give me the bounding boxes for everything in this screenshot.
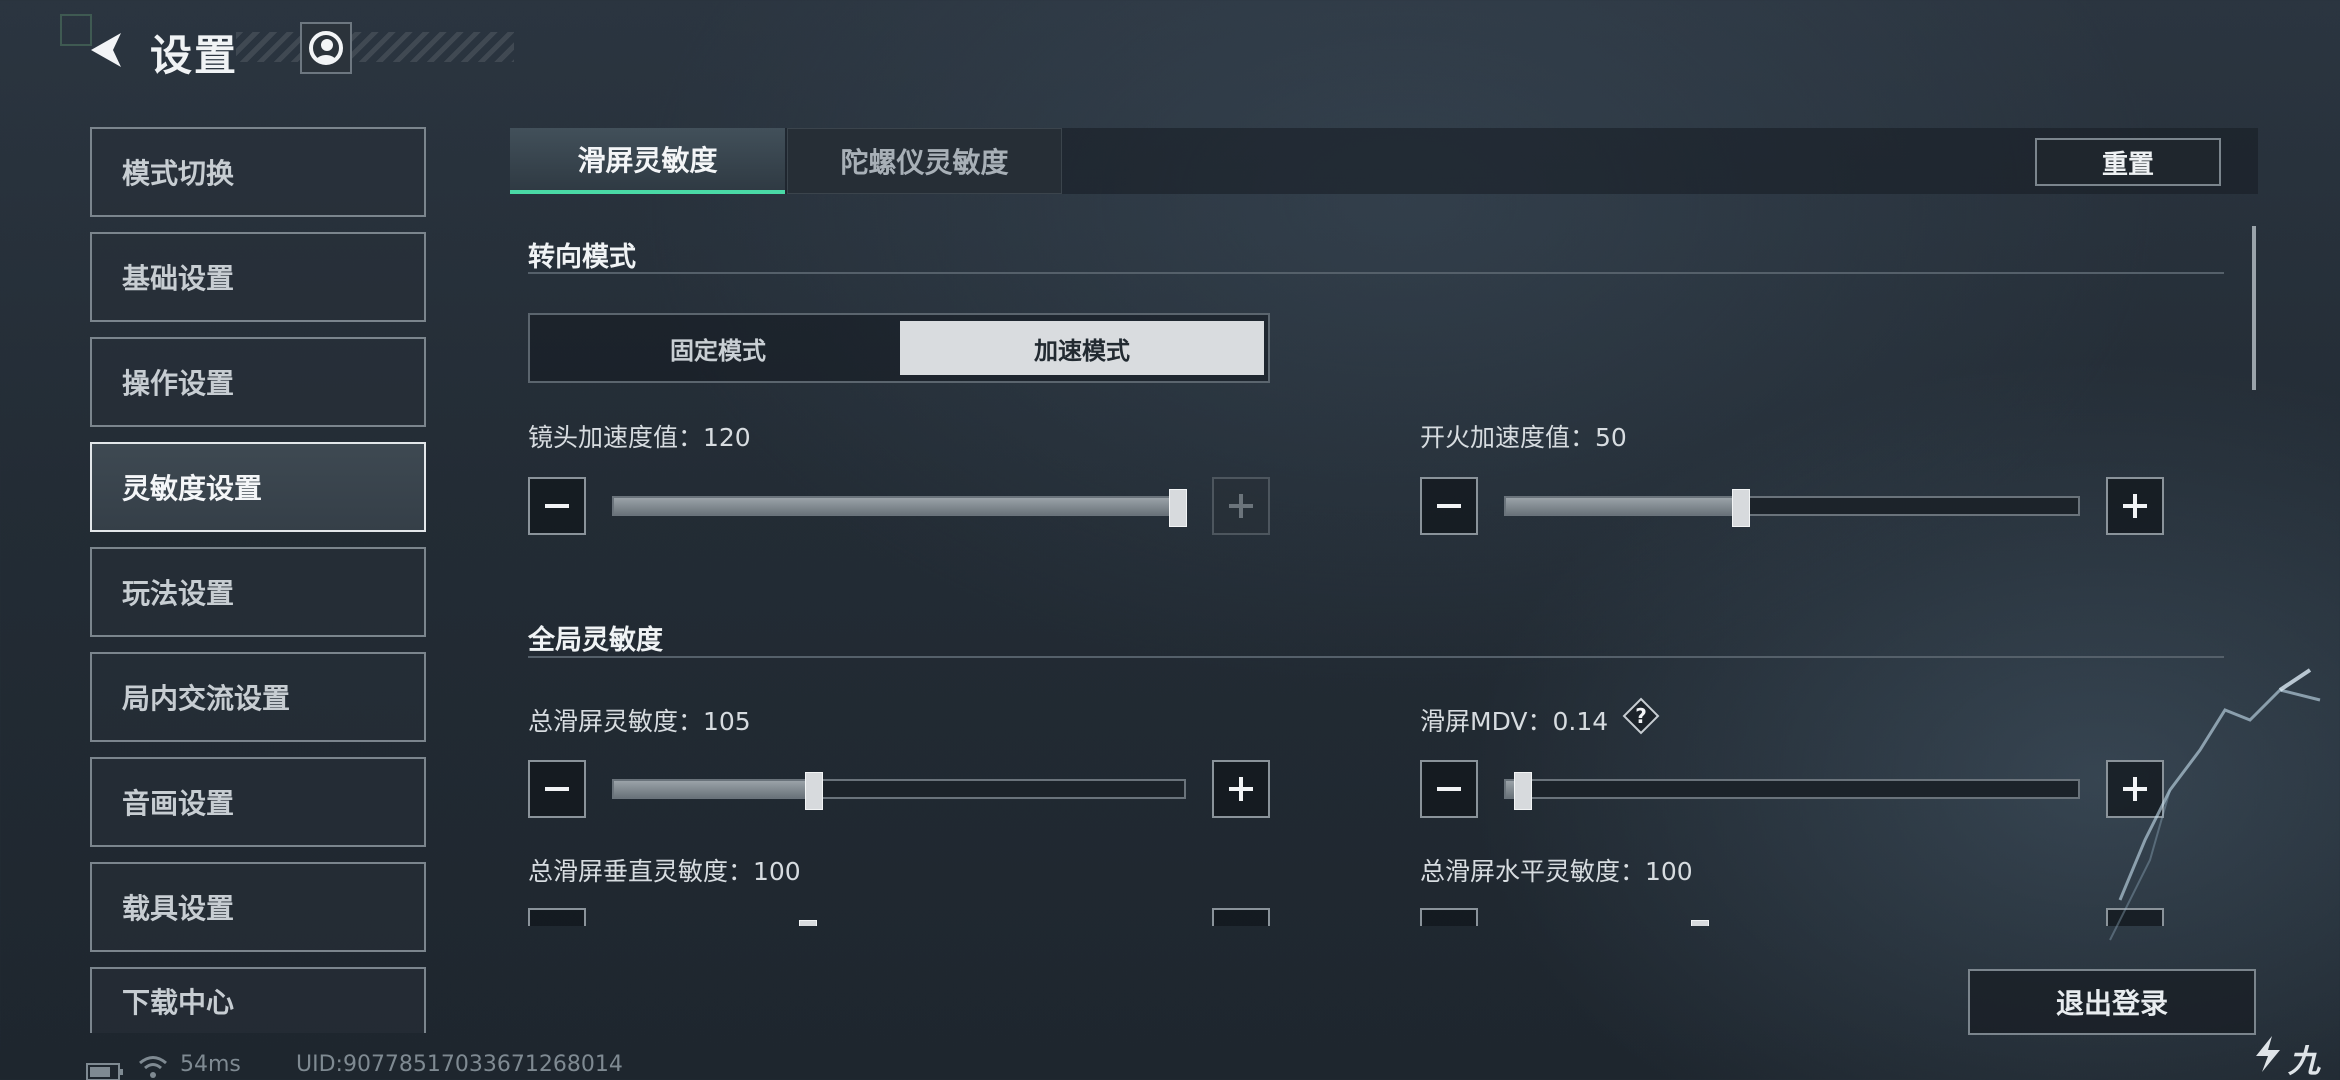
camera-accel-label: 镜头加速度值：120 xyxy=(528,423,751,452)
reset-button[interactable]: 重置 xyxy=(2035,138,2221,186)
section-divider xyxy=(528,656,2224,658)
slider-fill xyxy=(1506,498,1741,514)
sidebar-item-label: 玩法设置 xyxy=(122,577,235,610)
logout-button[interactable]: 退出登录 xyxy=(1968,969,2256,1035)
total-horizontal-label: 总滑屏水平灵敏度：100 xyxy=(1420,857,1693,886)
title-decoration-stripes xyxy=(236,32,514,62)
sidebar-item-label: 载具设置 xyxy=(122,892,235,925)
page-title: 设置 xyxy=(150,31,239,80)
slider-thumb[interactable] xyxy=(1731,489,1750,527)
profile-icon xyxy=(309,31,343,65)
camera-accel-plus-button[interactable] xyxy=(1212,477,1270,535)
total-swipe-plus-button[interactable] xyxy=(1212,760,1270,818)
slider-thumb[interactable] xyxy=(798,920,817,926)
sidebar-item-label: 操作设置 xyxy=(122,367,235,400)
slider-fill xyxy=(614,781,814,797)
sidebar-item-label: 音画设置 xyxy=(122,787,235,820)
profile-button[interactable] xyxy=(300,22,352,74)
sidebar-item-basic-settings[interactable]: 基础设置 xyxy=(90,232,426,322)
sidebar-item-sensitivity-settings[interactable]: 灵敏度设置 xyxy=(90,442,426,532)
sidebar-item-control-settings[interactable]: 操作设置 xyxy=(90,337,426,427)
swipe-mdv-minus-button[interactable] xyxy=(1420,760,1478,818)
sidebar-item-label: 下载中心 xyxy=(122,986,235,1019)
section-divider xyxy=(528,272,2224,274)
section-title-steer-mode: 转向模式 xyxy=(528,242,636,273)
camera-accel-minus-button[interactable] xyxy=(528,477,586,535)
wifi-icon xyxy=(138,1054,168,1080)
mode-option-accelerate[interactable]: 加速模式 xyxy=(900,321,1264,375)
section-title-global-sensitivity: 全局灵敏度 xyxy=(528,625,663,656)
sidebar-item-mode-switch[interactable]: 模式切换 xyxy=(90,127,426,217)
help-icon[interactable]: ? xyxy=(1622,697,1660,735)
total-vertical-label: 总滑屏垂直灵敏度：100 xyxy=(528,857,801,886)
back-arrow-icon xyxy=(91,33,121,67)
sidebar-item-label: 灵敏度设置 xyxy=(122,472,263,505)
total-swipe-slider[interactable] xyxy=(612,772,1186,810)
minus-icon xyxy=(1437,504,1461,508)
sidebar-item-download-center[interactable]: 下载中心 xyxy=(90,967,426,1033)
slider-fill xyxy=(614,498,1179,514)
minus-icon xyxy=(545,504,569,508)
total-vertical-minus-button[interactable] xyxy=(528,908,586,926)
minus-icon xyxy=(1437,787,1461,791)
plus-icon xyxy=(1229,494,1253,518)
tab-swipe-sensitivity[interactable]: 滑屏灵敏度 xyxy=(510,128,785,194)
total-swipe-minus-button[interactable] xyxy=(528,760,586,818)
sidebar-item-vehicle-settings[interactable]: 载具设置 xyxy=(90,862,426,952)
battery-icon xyxy=(86,1062,124,1080)
fire-accel-slider[interactable] xyxy=(1504,489,2080,527)
tab-gyro-sensitivity[interactable]: 陀螺仪灵敏度 xyxy=(787,128,1062,194)
uid-text: UID:90778517033671268014 xyxy=(296,1052,623,1077)
content-scrollbar[interactable] xyxy=(2252,226,2256,390)
sidebar-item-gameplay-settings[interactable]: 玩法设置 xyxy=(90,547,426,637)
mode-option-fixed[interactable]: 固定模式 xyxy=(536,321,900,375)
watermark-text: 九游 xyxy=(2288,1042,2321,1080)
steer-mode-toggle: 固定模式 加速模式 xyxy=(528,313,1270,383)
fire-accel-label: 开火加速度值：50 xyxy=(1420,423,1627,452)
fire-accel-minus-button[interactable] xyxy=(1420,477,1478,535)
sidebar-item-chat-settings[interactable]: 局内交流设置 xyxy=(90,652,426,742)
swipe-mdv-slider[interactable] xyxy=(1504,772,2080,810)
minus-icon xyxy=(545,787,569,791)
tab-bar: 滑屏灵敏度 陀螺仪灵敏度 xyxy=(510,128,2258,194)
swipe-mdv-label: 滑屏MDV：0.14 xyxy=(1420,707,1609,736)
watermark-logo-icon xyxy=(2250,1034,2286,1078)
total-vertical-plus-button[interactable] xyxy=(1212,908,1270,926)
scroll-clipped-row xyxy=(510,908,2250,926)
total-horizontal-minus-button[interactable] xyxy=(1420,908,1478,926)
sidebar-item-label: 模式切换 xyxy=(122,157,235,190)
sidebar-item-label: 局内交流设置 xyxy=(122,682,291,715)
slider-thumb[interactable] xyxy=(1691,920,1710,926)
back-button[interactable] xyxy=(80,20,132,80)
plus-icon xyxy=(2123,494,2147,518)
help-icon-text: ? xyxy=(1635,704,1647,728)
question-diamond-icon: ? xyxy=(1622,697,1660,735)
slider-thumb[interactable] xyxy=(804,772,823,810)
total-swipe-label: 总滑屏灵敏度：105 xyxy=(528,707,751,736)
sidebar-item-label: 基础设置 xyxy=(122,262,235,295)
fire-accel-plus-button[interactable] xyxy=(2106,477,2164,535)
slider-thumb[interactable] xyxy=(1514,772,1533,810)
ping-text: 54ms xyxy=(180,1052,241,1077)
slider-thumb[interactable] xyxy=(1169,489,1188,527)
camera-accel-slider[interactable] xyxy=(612,489,1188,527)
sidebar-item-audio-video-settings[interactable]: 音画设置 xyxy=(90,757,426,847)
plus-icon xyxy=(1229,777,1253,801)
